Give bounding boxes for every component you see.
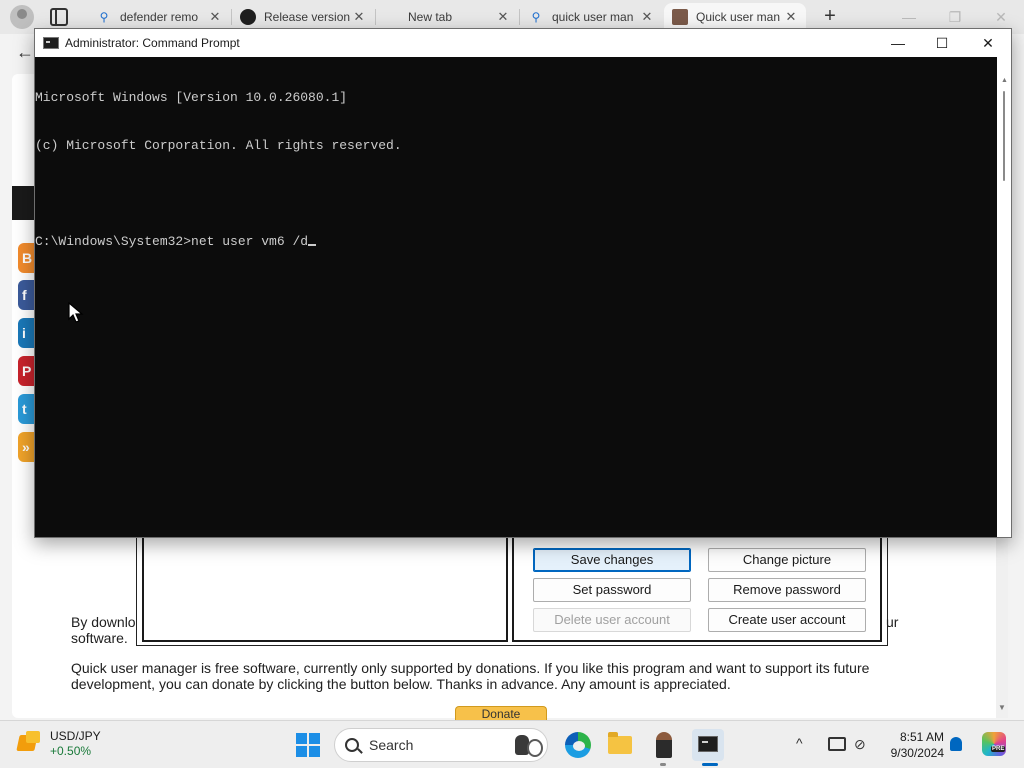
scroll-down-arrow-icon[interactable]: ▼ [998,703,1006,712]
change-picture-button[interactable]: Change picture [708,548,866,572]
copilot-icon[interactable]: PRE [982,732,1006,756]
windows-start-icon[interactable] [296,733,320,757]
download-text-line-2: software. [71,630,128,646]
active-app-indicator [702,763,718,766]
tab-actions-icon[interactable] [50,8,68,26]
search-icon: ⚲ [99,10,109,24]
tab-new-tab[interactable]: New tab ✕ [376,3,518,31]
new-tab-button[interactable]: + [818,5,842,29]
tab-title: Quick user man [696,10,781,24]
tab-title: quick user man [552,10,634,24]
download-text-tail: ur [886,614,899,630]
search-icon [345,738,359,752]
command-prompt-icon [43,37,59,49]
show-hidden-icons-chevron-icon[interactable]: ^ [796,735,803,751]
download-text: By downlo [71,614,136,630]
text-cursor [308,244,317,246]
tab-release-version[interactable]: Release version ✕ [232,3,374,31]
create-user-account-button[interactable]: Create user account [708,608,866,632]
quick-user-manager-icon [672,9,688,25]
tab-title: Release version [264,10,351,24]
tab-close-icon[interactable]: ✕ [640,9,654,25]
system-clock[interactable]: 8:51 AM 9/30/2024 [880,729,944,761]
console-line: (c) Microsoft Corporation. All rights re… [35,138,402,153]
console-line: Microsoft Windows [Version 10.0.26080.1] [35,90,348,105]
console-input-line[interactable]: C:\Windows\System32>net user vm6 /d [35,234,997,250]
cmd-scrollbar[interactable]: ▲ [997,57,1011,537]
search-highlight-icon [513,733,543,757]
cmd-maximize-button[interactable]: ☐ [919,29,965,57]
tab-title: New tab [408,10,453,24]
donation-paragraph: Quick user manager is free software, cur… [71,660,870,692]
mouse-pointer-icon [68,302,84,323]
edge-browser-icon[interactable] [562,729,594,761]
tab-title: defender remo [120,10,199,24]
remove-password-button[interactable]: Remove password [708,578,866,602]
quick-user-manager-taskbar-icon[interactable] [648,729,680,761]
cmd-window-title: Administrator: Command Prompt [65,36,240,50]
page-dark-band [12,186,36,220]
cmd-title-bar[interactable]: Administrator: Command Prompt — ☐ ✕ [35,29,1011,57]
profile-avatar-icon[interactable] [10,5,34,29]
tab-quick-user-search[interactable]: ⚲ quick user man ✕ [520,3,662,31]
new-tab-icon [384,9,400,25]
running-app-indicator [660,763,666,766]
weather-stock-widget[interactable]: USD/JPY +0.50% [16,729,101,759]
command-prompt-taskbar-icon[interactable] [692,729,724,761]
user-list-panel [142,530,508,642]
search-label: Search [369,737,414,753]
widget-ticker: USD/JPY [50,729,101,743]
cmd-minimize-button[interactable]: — [875,29,921,57]
back-arrow-icon[interactable]: ← [16,42,36,62]
notification-bell-icon[interactable] [950,737,962,751]
save-changes-button[interactable]: Save changes [533,548,691,572]
tab-close-icon[interactable]: ✕ [784,9,798,25]
network-icon[interactable]: ⊘ [854,735,872,753]
file-explorer-icon[interactable] [604,729,636,761]
browser-close-icon[interactable]: ✕ [986,6,1016,28]
browser-restore-icon[interactable]: ❐ [940,6,970,28]
console-prompt-command: C:\Windows\System32>net user vm6 /d [35,234,309,249]
donate-button[interactable]: Donate [455,706,547,720]
widget-change: +0.50% [50,744,92,758]
scrollbar-thumb[interactable] [1003,91,1005,181]
tab-quick-user-manager[interactable]: Quick user man ✕ [664,3,806,31]
browser-minimize-icon[interactable]: — [894,6,924,28]
display-icon[interactable] [828,737,846,751]
taskbar-search-box[interactable]: Search [334,728,548,762]
set-password-button[interactable]: Set password [533,578,691,602]
cmd-console-output[interactable]: Microsoft Windows [Version 10.0.26080.1]… [35,57,997,537]
stock-widget-icon [16,729,42,755]
clock-date: 9/30/2024 [890,746,944,760]
tab-close-icon[interactable]: ✕ [496,9,510,25]
command-prompt-window[interactable]: Administrator: Command Prompt — ☐ ✕ Micr… [34,28,1012,538]
tab-close-icon[interactable]: ✕ [352,9,366,25]
cmd-close-button[interactable]: ✕ [965,29,1011,57]
delete-user-account-button: Delete user account [533,608,691,632]
github-icon [240,9,256,25]
taskbar: USD/JPY +0.50% Search ^ ⊘ 8:51 AM 9/30/2… [0,720,1024,768]
clock-time: 8:51 AM [899,730,944,744]
search-icon: ⚲ [531,10,541,24]
scroll-up-arrow-icon[interactable]: ▲ [1001,77,1008,84]
tab-close-icon[interactable]: ✕ [208,9,222,25]
tab-defender[interactable]: ⚲ defender remo ✕ [88,3,230,31]
